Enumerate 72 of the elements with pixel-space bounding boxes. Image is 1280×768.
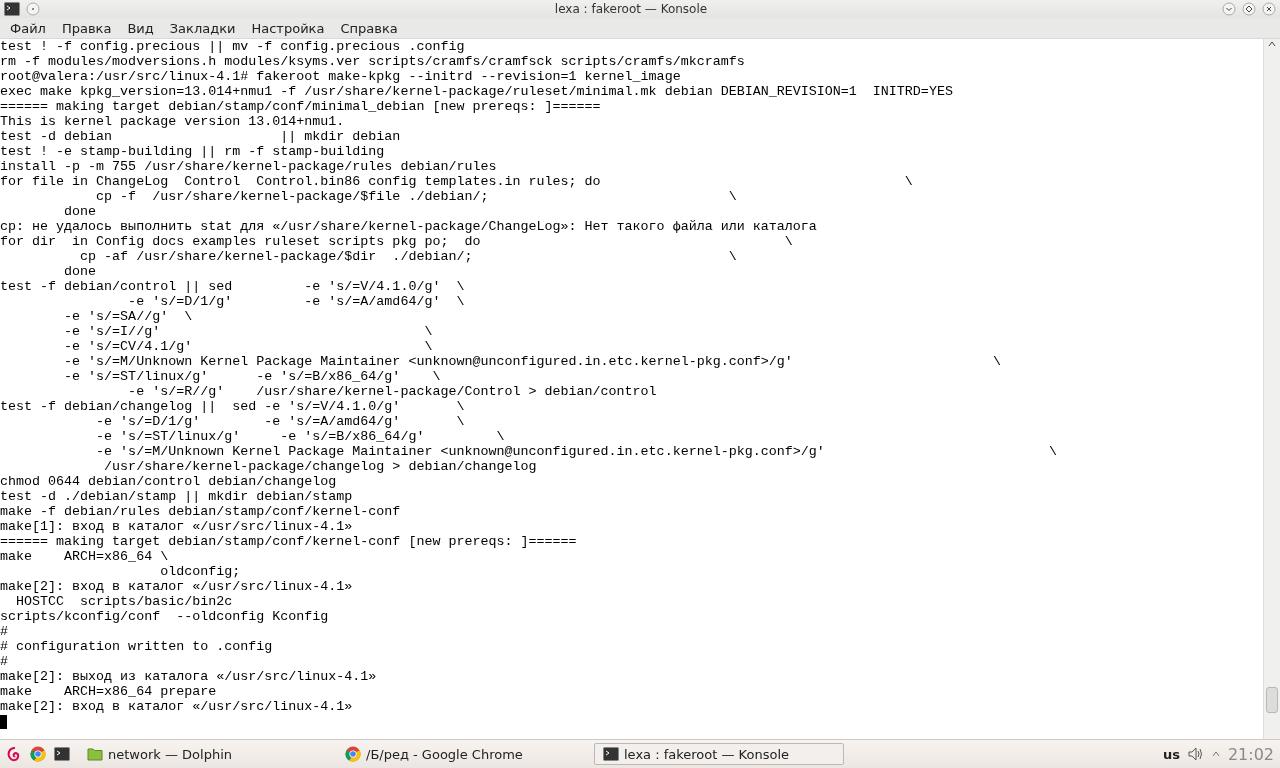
terminal-line: test -d ./debian/stamp || mkdir debian/stamp bbox=[0, 489, 354, 504]
terminal-line: chmod 0644 debian/control debian/changelog bbox=[0, 474, 338, 489]
keyboard-layout[interactable]: us bbox=[1162, 746, 1180, 762]
terminal-line: -e 's/=M/Unknown Kernel Package Maintainer <unknown@unconfigured.in.etc.kernel-pkg.conf>/g' \ bbox=[63, 354, 1002, 369]
taskbar-task[interactable]: /Б/ред - Google Chrome bbox=[336, 743, 586, 765]
close-icon[interactable] bbox=[1262, 2, 1276, 16]
speaker-icon[interactable] bbox=[1187, 746, 1204, 762]
terminal-line: test -f debian/changelog || sed -e 's/=V/4.1.0/g' \ bbox=[0, 399, 466, 414]
terminal-line: test ! -f config.precious || mv -f config.precious .config bbox=[0, 39, 466, 54]
terminal-line: exec make kpkg_version=13.014+nmu1 -f /usr/share/kernel-package/ruleset/minimal.mk debian DEBIAN_REVISION=1 INITRD=YES bbox=[0, 84, 954, 99]
window-title: lexa : fakeroot — Konsole bbox=[553, 2, 709, 16]
app-menu-icon[interactable] bbox=[4, 1, 20, 17]
terminal-line: cp: не удалось выполнить stat для «/usr/share/kernel-package/ChangeLog»: Нет такого файла или каталога bbox=[0, 219, 818, 234]
terminal-line: rm -f modules/modversions.h modules/ksyms.ver scripts/cramfs/cramfsck scripts/cramfs/mkcramfs bbox=[0, 54, 746, 69]
terminal-line: This is kernel package version 13.014+nmu1. bbox=[0, 114, 346, 129]
terminal-line: -e 's/=M/Unknown Kernel Package Maintainer <unknown@unconfigured.in.etc.kernel-pkg.conf>/g' \ bbox=[95, 444, 1058, 459]
scrollbar[interactable] bbox=[1263, 39, 1280, 739]
terminal-line: install -p -m 755 /usr/share/kernel-package/rules debian/rules bbox=[0, 159, 498, 174]
swirl-icon[interactable] bbox=[6, 746, 22, 762]
menu-item[interactable]: Справка bbox=[332, 20, 406, 36]
terminal-line: -e 's/=I//g' \ bbox=[63, 324, 434, 339]
terminal-line: # bbox=[0, 654, 9, 669]
terminal-line: -e 's/=D/1/g' -e 's/=A/amd64/g' \ bbox=[95, 414, 466, 429]
terminal-line: # bbox=[0, 624, 9, 639]
terminal-line: make[2]: выход из каталога «/usr/src/linux-4.1» bbox=[0, 669, 378, 684]
taskbar-task[interactable]: lexa : fakeroot — Konsole bbox=[594, 743, 844, 765]
taskbar-task[interactable]: network — Dolphin bbox=[78, 743, 328, 765]
folder-icon bbox=[87, 746, 103, 762]
terminal-line: ====== making target debian/stamp/conf/kernel-conf [new prereqs: ]====== bbox=[0, 534, 578, 549]
tray-expand-icon[interactable] bbox=[1211, 750, 1220, 758]
scrollbar-thumb[interactable] bbox=[1266, 687, 1278, 713]
terminal-line: -e 's/=R//g' /usr/share/kernel-package/Control > debian/control bbox=[127, 384, 658, 399]
minimize-icon[interactable] bbox=[1222, 2, 1236, 16]
terminal-line: cp -f /usr/share/kernel-package/$file ./debian/; \ bbox=[95, 189, 738, 204]
terminal-line: -e 's/=ST/linux/g' -e 's/=B/x86_64/g' \ bbox=[95, 429, 506, 444]
terminal-launcher-icon[interactable] bbox=[54, 746, 70, 762]
scroll-up-icon[interactable] bbox=[1267, 39, 1277, 49]
terminal-line: make[2]: вход в каталог «/usr/src/linux-4.1» bbox=[0, 579, 354, 594]
menu-item[interactable]: Закладки bbox=[161, 20, 244, 36]
menu-item[interactable]: Настройка bbox=[243, 20, 333, 36]
terminal-line: make[2]: вход в каталог «/usr/src/linux-4.1» bbox=[0, 699, 354, 714]
terminal-line: root@valera:/usr/src/linux-4.1# fakeroot make-kpkg --initrd --revision=1 kernel_image bbox=[0, 69, 682, 84]
terminal-line: -e 's/=CV/4.1/g' \ bbox=[63, 339, 434, 354]
maximize-icon[interactable] bbox=[1242, 2, 1256, 16]
terminal-line: make ARCH=x86_64 prepare bbox=[0, 684, 218, 699]
browser-icon[interactable] bbox=[345, 746, 361, 762]
terminal-line: oldconfig; bbox=[159, 564, 242, 579]
terminal-line: test ! -e stamp-building || rm -f stamp-building bbox=[0, 144, 386, 159]
terminal-line: -e 's/=SA//g' \ bbox=[63, 309, 194, 324]
terminal-line: done bbox=[63, 204, 98, 219]
terminal-line: /usr/share/kernel-package/changelog > debian/changelog bbox=[103, 459, 538, 474]
terminal-line: make[1]: вход в каталог «/usr/src/linux-4.1» bbox=[0, 519, 354, 534]
terminal-line: scripts/kconfig/conf --oldconfig Kconfig bbox=[0, 609, 330, 624]
terminal-line: -e 's/=ST/linux/g' -e 's/=B/x86_64/g' \ bbox=[63, 369, 442, 384]
terminal-line: make -f debian/rules debian/stamp/conf/kernel-conf bbox=[0, 504, 402, 519]
terminal-line: # configuration written to .config bbox=[0, 639, 274, 654]
terminal-line: HOSTCC scripts/basic/bin2c bbox=[15, 594, 234, 609]
terminal-line: for dir in Config docs examples ruleset scripts pkg po; do \ bbox=[0, 234, 794, 249]
terminal-line: cp -af /usr/share/kernel-package/$dir ./debian/; \ bbox=[79, 249, 738, 264]
terminal-line: -e 's/=D/1/g' -e 's/=A/amd64/g' \ bbox=[127, 294, 466, 309]
terminal-line: test -d debian || mkdir debian bbox=[0, 129, 402, 144]
terminal-line: make ARCH=x86_64 \ bbox=[0, 549, 170, 564]
terminal-line: for file in ChangeLog Control Control.bin86 config templates.in rules; do \ bbox=[0, 174, 914, 189]
terminal-line: test -f debian/control || sed -e 's/=V/4.1.0/g' \ bbox=[0, 279, 466, 294]
terminal-line: ====== making target debian/stamp/conf/minimal_debian [new prereqs: ]====== bbox=[0, 99, 602, 114]
menu-item[interactable]: Правка bbox=[53, 20, 120, 36]
browser-launcher-icon[interactable] bbox=[30, 746, 46, 762]
text-cursor bbox=[0, 715, 7, 729]
terminal-line: done bbox=[63, 264, 98, 279]
terminal-icon[interactable] bbox=[603, 746, 619, 762]
menu-item[interactable]: Файл bbox=[2, 20, 54, 36]
menu-item[interactable]: Вид bbox=[119, 20, 162, 36]
